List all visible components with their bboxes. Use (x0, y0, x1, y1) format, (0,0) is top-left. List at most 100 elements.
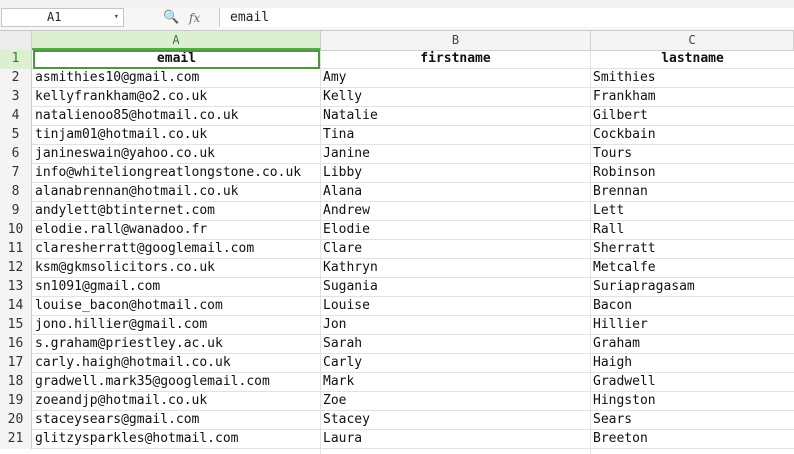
row-header[interactable]: 10 (0, 221, 32, 240)
email-cell[interactable]: s.graham@priestley.ac.uk (33, 335, 320, 354)
firstname-cell[interactable]: Tina (321, 126, 590, 145)
email-cell[interactable]: info@whiteliongreatlongstone.co.uk (33, 164, 320, 183)
firstname-cell[interactable]: Alana (321, 183, 590, 202)
row-header[interactable]: 1 (0, 50, 32, 69)
lastname-cell[interactable]: Gradwell (591, 373, 794, 392)
firstname-cell[interactable]: Clare (321, 240, 590, 259)
table-row: 14 louise_bacon@hotmail.com Louise Bacon (0, 297, 794, 316)
firstname-cell[interactable]: Libby (321, 164, 590, 183)
email-cell[interactable]: zoeandjp@hotmail.co.uk (33, 392, 320, 411)
lastname-cell[interactable]: Robinson (591, 164, 794, 183)
row-header[interactable]: 7 (0, 164, 32, 183)
firstname-cell[interactable]: Mark (321, 373, 590, 392)
row-header[interactable]: 20 (0, 411, 32, 430)
row-header[interactable]: 16 (0, 335, 32, 354)
email-cell[interactable]: kellyfrankham@o2.co.uk (33, 88, 320, 107)
chevron-down-icon[interactable]: ▾ (114, 9, 119, 26)
lastname-cell[interactable]: Graham (591, 335, 794, 354)
row-header[interactable]: 9 (0, 202, 32, 221)
lastname-cell[interactable]: Breeton (591, 430, 794, 449)
row-header[interactable]: 3 (0, 88, 32, 107)
email-cell[interactable]: jono.hillier@gmail.com (33, 316, 320, 335)
firstname-cell[interactable]: Louise (321, 297, 590, 316)
firstname-cell[interactable]: Zoe (321, 392, 590, 411)
row-header[interactable]: 15 (0, 316, 32, 335)
spreadsheet-grid[interactable]: A B C 1 email firstname lastname 2 asmith… (0, 31, 794, 454)
email-cell[interactable]: carly.haigh@hotmail.co.uk (33, 354, 320, 373)
email-cell[interactable]: tinjam01@hotmail.co.uk (33, 126, 320, 145)
cell-c1[interactable]: lastname (591, 50, 794, 69)
lastname-cell[interactable]: Hillier (591, 316, 794, 335)
table-row: 8 alanabrennan@hotmail.co.uk Alana Brennan (0, 183, 794, 202)
table-row: 3 kellyfrankham@o2.co.uk Kelly Frankham (0, 88, 794, 107)
row-header[interactable]: 8 (0, 183, 32, 202)
row-header[interactable]: 19 (0, 392, 32, 411)
lastname-cell[interactable]: Metcalfe (591, 259, 794, 278)
email-cell[interactable]: sn1091@gmail.com (33, 278, 320, 297)
select-all-corner[interactable] (0, 31, 32, 50)
firstname-cell[interactable]: Sugania (321, 278, 590, 297)
firstname-cell[interactable]: Natalie (321, 107, 590, 126)
row-header[interactable]: 18 (0, 373, 32, 392)
firstname-cell[interactable]: Kelly (321, 88, 590, 107)
table-row: 9 andylett@btinternet.com Andrew Lett (0, 202, 794, 221)
lastname-cell[interactable]: Suriapragasam (591, 278, 794, 297)
row-header[interactable]: 21 (0, 430, 32, 449)
lastname-cell[interactable]: Frankham (591, 88, 794, 107)
lastname-cell[interactable]: Sears (591, 411, 794, 430)
email-cell[interactable]: elodie.rall@wanadoo.fr (33, 221, 320, 240)
lastname-cell[interactable]: Lett (591, 202, 794, 221)
firstname-cell[interactable]: Carly (321, 354, 590, 373)
email-cell[interactable]: glitzysparkles@hotmail.com (33, 430, 320, 449)
column-header-a[interactable]: A (32, 31, 321, 50)
lastname-cell[interactable]: Bacon (591, 297, 794, 316)
email-cell[interactable]: natalienoo85@hotmail.co.uk (33, 107, 320, 126)
firstname-cell[interactable]: Amy (321, 69, 590, 88)
row-header[interactable]: 13 (0, 278, 32, 297)
email-cell[interactable]: janineswain@yahoo.co.uk (33, 145, 320, 164)
row-header[interactable]: 2 (0, 69, 32, 88)
email-cell[interactable]: alanabrennan@hotmail.co.uk (33, 183, 320, 202)
table-row: 15 jono.hillier@gmail.com Jon Hillier (0, 316, 794, 335)
firstname-cell[interactable]: Elodie (321, 221, 590, 240)
firstname-cell[interactable]: Kathryn (321, 259, 590, 278)
fx-icon[interactable]: fx (189, 10, 200, 26)
cell-b1[interactable]: firstname (321, 50, 590, 69)
lastname-cell[interactable]: Cockbain (591, 126, 794, 145)
firstname-cell[interactable]: Laura (321, 430, 590, 449)
row-header[interactable]: 6 (0, 145, 32, 164)
firstname-cell[interactable]: Jon (321, 316, 590, 335)
firstname-cell[interactable]: Janine (321, 145, 590, 164)
row-header[interactable]: 11 (0, 240, 32, 259)
row-header[interactable]: 5 (0, 126, 32, 145)
email-cell[interactable]: asmithies10@gmail.com (33, 69, 320, 88)
lastname-cell[interactable]: Rall (591, 221, 794, 240)
email-cell[interactable]: louise_bacon@hotmail.com (33, 297, 320, 316)
lastname-cell[interactable]: Gilbert (591, 107, 794, 126)
lastname-cell[interactable]: Brennan (591, 183, 794, 202)
firstname-cell[interactable]: Stacey (321, 411, 590, 430)
column-header-b[interactable]: B (321, 31, 591, 50)
lastname-cell[interactable]: Haigh (591, 354, 794, 373)
email-cell[interactable]: claresherratt@googlemail.com (33, 240, 320, 259)
column-header-c[interactable]: C (591, 31, 794, 50)
email-cell[interactable]: staceysears@gmail.com (33, 411, 320, 430)
lastname-cell[interactable]: Sherratt (591, 240, 794, 259)
row-header[interactable]: 14 (0, 297, 32, 316)
name-box[interactable]: A1 ▾ (1, 8, 124, 27)
table-row: 17 carly.haigh@hotmail.co.uk Carly Haigh (0, 354, 794, 373)
email-cell[interactable]: andylett@btinternet.com (33, 202, 320, 221)
lastname-cell[interactable]: Smithies (591, 69, 794, 88)
lastname-cell[interactable]: Tours (591, 145, 794, 164)
cell-a1[interactable]: email (33, 50, 320, 69)
email-cell[interactable]: gradwell.mark35@googlemail.com (33, 373, 320, 392)
firstname-cell[interactable]: Sarah (321, 335, 590, 354)
row-header[interactable]: 12 (0, 259, 32, 278)
row-header[interactable]: 4 (0, 107, 32, 126)
zoom-icon[interactable]: 🔍 (163, 10, 179, 26)
email-cell[interactable]: ksm@gkmsolicitors.co.uk (33, 259, 320, 278)
row-header[interactable]: 17 (0, 354, 32, 373)
lastname-cell[interactable]: Hingston (591, 392, 794, 411)
firstname-cell[interactable]: Andrew (321, 202, 590, 221)
formula-input[interactable]: email (219, 8, 794, 27)
